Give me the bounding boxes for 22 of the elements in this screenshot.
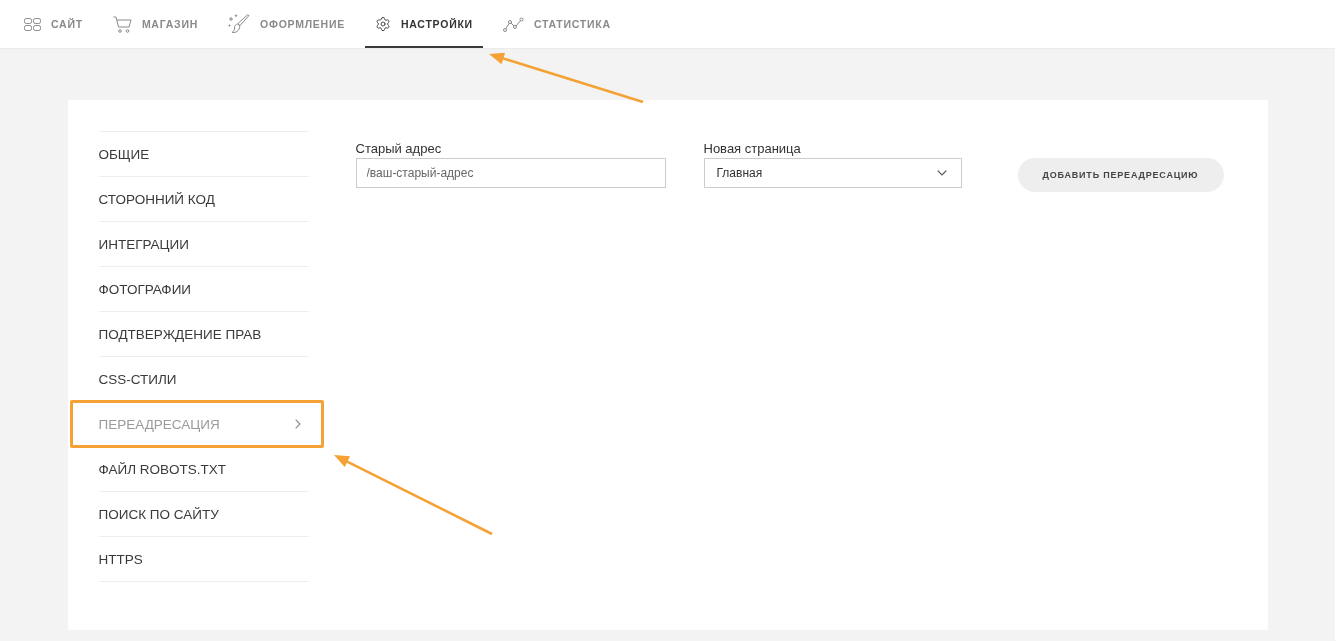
settings-menu-item[interactable]: ПОИСК ПО САЙТУ (98, 492, 309, 537)
settings-menu-item[interactable]: HTTPS (98, 537, 309, 582)
settings-menu-item[interactable]: ОБЩИЕ (98, 132, 309, 177)
chevron-down-icon (936, 170, 947, 176)
old-address-input[interactable]: /ваш-старый-адрес (355, 158, 666, 188)
field-label: Старый адрес (355, 141, 442, 156)
settings-menu-item[interactable]: ФАЙЛ ROBOTS.TXT (98, 447, 309, 492)
nav-tab[interactable]: НАСТРОЙКИ (364, 0, 483, 48)
line-chart-icon (502, 16, 524, 32)
add-redirect-button[interactable]: ДОБАВИТЬ ПЕРЕАДРЕСАЦИЮ (1017, 158, 1224, 192)
settings-menu-item[interactable]: ПОДТВЕРЖДЕНИЕ ПРАВ (98, 312, 309, 357)
cart-icon (112, 15, 132, 33)
settings-menu-item[interactable]: СТОРОННИЙ КОД (98, 177, 309, 222)
settings-menu-item[interactable]: CSS-СТИЛИ (98, 357, 309, 402)
brush-icon (228, 14, 251, 34)
chevron-right-icon (294, 419, 301, 429)
field-label: Новая страница (703, 141, 801, 156)
settings-menu-item[interactable]: ИНТЕГРАЦИИ (98, 222, 309, 267)
settings-icon (374, 16, 391, 32)
grid-icon (24, 17, 41, 31)
page-select[interactable]: Главная (703, 158, 962, 188)
settings-menu-item[interactable]: ФОТОГРАФИИ (98, 267, 309, 312)
